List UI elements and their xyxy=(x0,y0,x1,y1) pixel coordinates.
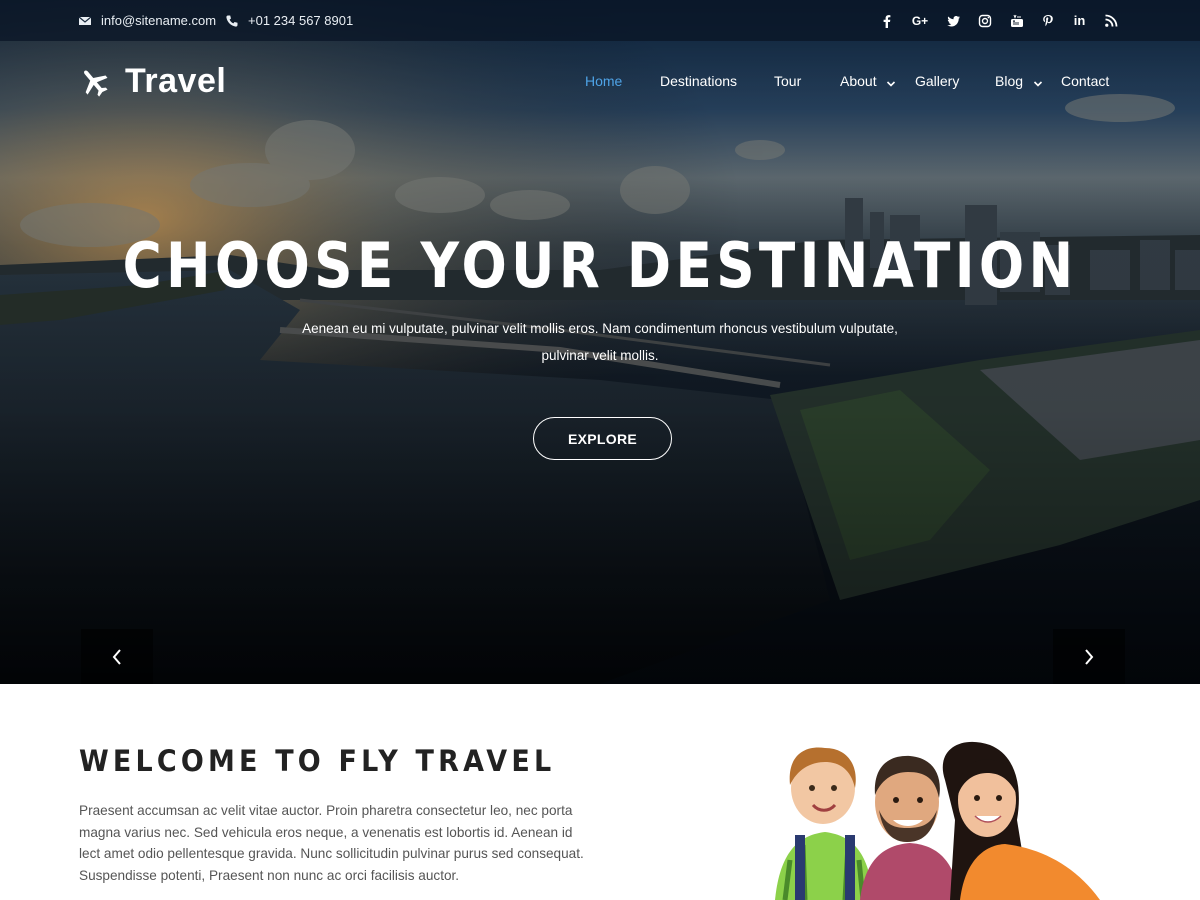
twitter-icon[interactable] xyxy=(946,14,961,28)
main-nav: Home Destinations Tour About Gallery Blo… xyxy=(0,73,1200,95)
chevron-down-icon[interactable] xyxy=(1033,79,1043,89)
chevron-down-icon[interactable] xyxy=(886,79,896,89)
top-bar: info@sitename.com +01 234 567 8901 G+ in xyxy=(0,0,1200,41)
nav-blog[interactable]: Blog xyxy=(995,73,1023,89)
family-photo xyxy=(775,741,1100,900)
youtube-icon[interactable] xyxy=(1010,14,1024,28)
nav-home[interactable]: Home xyxy=(585,73,622,89)
social-links: G+ in xyxy=(862,0,1118,41)
chevron-right-icon xyxy=(1085,648,1094,665)
explore-button[interactable]: EXPLORE xyxy=(533,417,672,460)
slider-next-button[interactable] xyxy=(1053,629,1125,684)
nav-about[interactable]: About xyxy=(840,73,877,89)
hero-slider: info@sitename.com +01 234 567 8901 G+ in… xyxy=(0,0,1200,684)
contact-phone-text: +01 234 567 8901 xyxy=(248,13,354,28)
pinterest-icon[interactable] xyxy=(1041,14,1055,28)
contact-email-text: info@sitename.com xyxy=(101,13,217,28)
chevron-left-icon xyxy=(112,648,121,665)
rss-icon[interactable] xyxy=(1104,14,1118,28)
google-plus-icon[interactable]: G+ xyxy=(911,14,929,28)
instagram-icon[interactable] xyxy=(978,14,992,28)
contact-email[interactable]: info@sitename.com xyxy=(78,0,216,41)
hero-subtitle-line: pulvinar velit mollis. xyxy=(541,348,659,363)
phone-icon xyxy=(225,14,239,28)
welcome-title: WELCOME TO FLY TRAVEL xyxy=(79,744,556,778)
hero-subtitle: Aenean eu mi vulputate, pulvinar velit m… xyxy=(300,315,900,369)
envelope-icon xyxy=(78,14,92,28)
welcome-text: Praesent accumsan ac velit vitae auctor.… xyxy=(79,803,584,883)
nav-tour[interactable]: Tour xyxy=(774,73,801,89)
slider-prev-button[interactable] xyxy=(81,629,153,684)
linkedin-icon[interactable]: in xyxy=(1073,13,1087,28)
hero-title: CHOOSE YOUR DESTINATION xyxy=(122,229,1078,302)
nav-contact[interactable]: Contact xyxy=(1061,73,1109,89)
nav-gallery[interactable]: Gallery xyxy=(915,73,959,89)
facebook-icon[interactable] xyxy=(880,14,894,28)
contact-phone[interactable]: +01 234 567 8901 xyxy=(225,0,353,41)
hero-subtitle-line: Aenean eu mi vulputate, pulvinar velit m… xyxy=(302,321,898,336)
nav-destinations[interactable]: Destinations xyxy=(660,73,737,89)
